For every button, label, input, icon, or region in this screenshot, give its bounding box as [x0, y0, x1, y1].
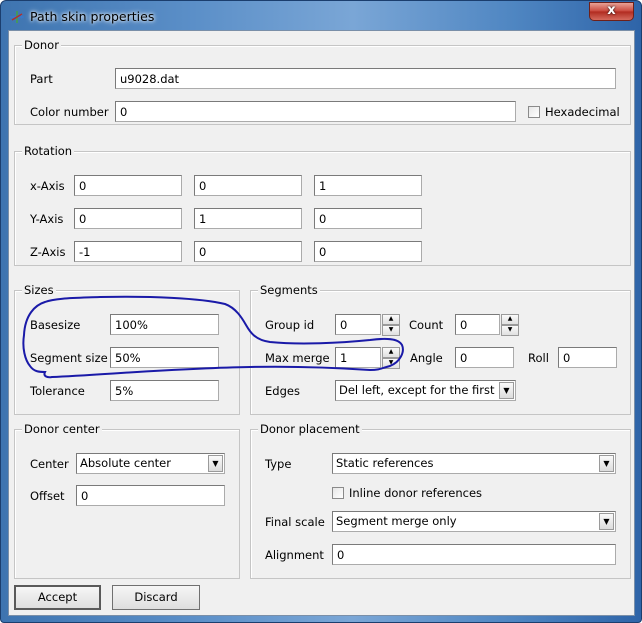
y-axis-input-2[interactable]	[194, 208, 302, 229]
basesize-label: Basesize	[30, 318, 81, 332]
part-label: Part	[30, 72, 53, 86]
type-select-value: Static references	[336, 456, 434, 470]
group-id-label: Group id	[265, 318, 315, 332]
spin-down-icon[interactable]: ▼	[382, 325, 400, 336]
count-spinner[interactable]: ▲ ▼	[501, 314, 519, 336]
type-label: Type	[265, 457, 292, 471]
final-scale-select-value: Segment merge only	[336, 514, 457, 528]
center-select[interactable]: Absolute center ▼	[76, 453, 225, 474]
spin-up-icon[interactable]: ▲	[382, 314, 400, 325]
z-axis-label: Z-Axis	[30, 245, 66, 259]
color-number-label: Color number	[30, 105, 109, 119]
angle-label: Angle	[410, 351, 443, 365]
close-button[interactable]: x	[589, 2, 634, 21]
close-icon: x	[607, 3, 616, 18]
spin-up-icon[interactable]: ▲	[501, 314, 519, 325]
y-axis-input-1[interactable]	[74, 208, 182, 229]
spin-down-icon[interactable]: ▼	[501, 325, 519, 336]
max-merge-label: Max merge	[265, 351, 330, 365]
offset-label: Offset	[30, 489, 65, 503]
final-scale-label: Final scale	[265, 515, 325, 529]
chevron-down-icon[interactable]: ▼	[599, 513, 614, 530]
sizes-group: Sizes Basesize Segment size Tolerance	[14, 283, 240, 415]
tolerance-input[interactable]	[110, 380, 219, 401]
spin-up-icon[interactable]: ▲	[382, 347, 400, 358]
max-merge-input[interactable]	[335, 347, 381, 368]
dialog-window-frame: Path skin properties x Donor Part Color …	[0, 0, 642, 623]
y-axis-input-3[interactable]	[314, 208, 422, 229]
count-input[interactable]	[455, 314, 500, 335]
donor-placement-group-label: Donor placement	[258, 422, 362, 436]
center-label: Center	[30, 457, 69, 471]
inline-donor-references-checkbox[interactable]	[332, 487, 344, 499]
offset-input[interactable]	[76, 485, 225, 506]
basesize-input[interactable]	[110, 314, 219, 335]
color-number-input[interactable]	[115, 101, 516, 122]
segments-group: Segments Group id ▲▼ Count ▲▼ Max merge …	[250, 283, 631, 415]
part-input[interactable]	[115, 68, 616, 89]
hexadecimal-checkbox[interactable]	[528, 106, 540, 118]
donor-group: Donor Part Color number Hexadecimal	[14, 38, 631, 125]
rotation-group: Rotation x-Axis Y-Axis Z-Axis	[14, 144, 631, 266]
chevron-down-icon[interactable]: ▼	[499, 382, 514, 399]
center-select-value: Absolute center	[80, 456, 171, 470]
spin-down-icon[interactable]: ▼	[382, 358, 400, 369]
edges-label: Edges	[265, 384, 300, 398]
alignment-input[interactable]	[332, 544, 616, 565]
segments-group-label: Segments	[258, 283, 320, 297]
z-axis-input-3[interactable]	[314, 241, 422, 262]
y-axis-label: Y-Axis	[30, 212, 64, 226]
x-axis-input-3[interactable]	[314, 175, 422, 196]
x-axis-input-1[interactable]	[74, 175, 182, 196]
x-axis-label: x-Axis	[30, 179, 65, 193]
inline-donor-references-label[interactable]: Inline donor references	[349, 486, 482, 500]
edges-select[interactable]: Del left, except for the first ▼	[335, 380, 516, 401]
donor-center-group-label: Donor center	[22, 422, 102, 436]
segment-size-label: Segment size	[30, 351, 108, 365]
segment-size-input[interactable]	[110, 347, 219, 368]
roll-label: Roll	[528, 351, 549, 365]
accept-button[interactable]: Accept	[14, 585, 101, 610]
roll-input[interactable]	[558, 347, 617, 368]
chevron-down-icon[interactable]: ▼	[208, 455, 223, 472]
final-scale-select[interactable]: Segment merge only ▼	[332, 511, 616, 532]
angle-input[interactable]	[455, 347, 514, 368]
group-id-spinner[interactable]: ▲ ▼	[382, 314, 400, 336]
group-id-input[interactable]	[335, 314, 381, 335]
sizes-group-label: Sizes	[22, 283, 56, 297]
count-label: Count	[409, 318, 444, 332]
dialog-client-area: Donor Part Color number Hexadecimal Rota…	[8, 30, 635, 616]
max-merge-spinner[interactable]: ▲ ▼	[382, 347, 400, 369]
hexadecimal-label[interactable]: Hexadecimal	[545, 105, 620, 119]
chevron-down-icon[interactable]: ▼	[599, 455, 614, 472]
app-path-icon	[10, 11, 24, 23]
z-axis-input-2[interactable]	[194, 241, 302, 262]
x-axis-input-2[interactable]	[194, 175, 302, 196]
tolerance-label: Tolerance	[30, 384, 85, 398]
type-select[interactable]: Static references ▼	[332, 453, 616, 474]
donor-placement-group: Donor placement Type Static references ▼…	[250, 422, 631, 579]
alignment-label: Alignment	[265, 548, 324, 562]
z-axis-input-1[interactable]	[74, 241, 182, 262]
edges-select-value: Del left, except for the first	[339, 383, 495, 397]
discard-button[interactable]: Discard	[112, 585, 200, 610]
donor-group-label: Donor	[22, 38, 61, 52]
rotation-group-label: Rotation	[22, 144, 75, 158]
donor-center-group: Donor center Center Absolute center ▼ Of…	[14, 422, 240, 579]
title-bar[interactable]: Path skin properties x	[1, 1, 642, 31]
window-title: Path skin properties	[30, 9, 155, 24]
